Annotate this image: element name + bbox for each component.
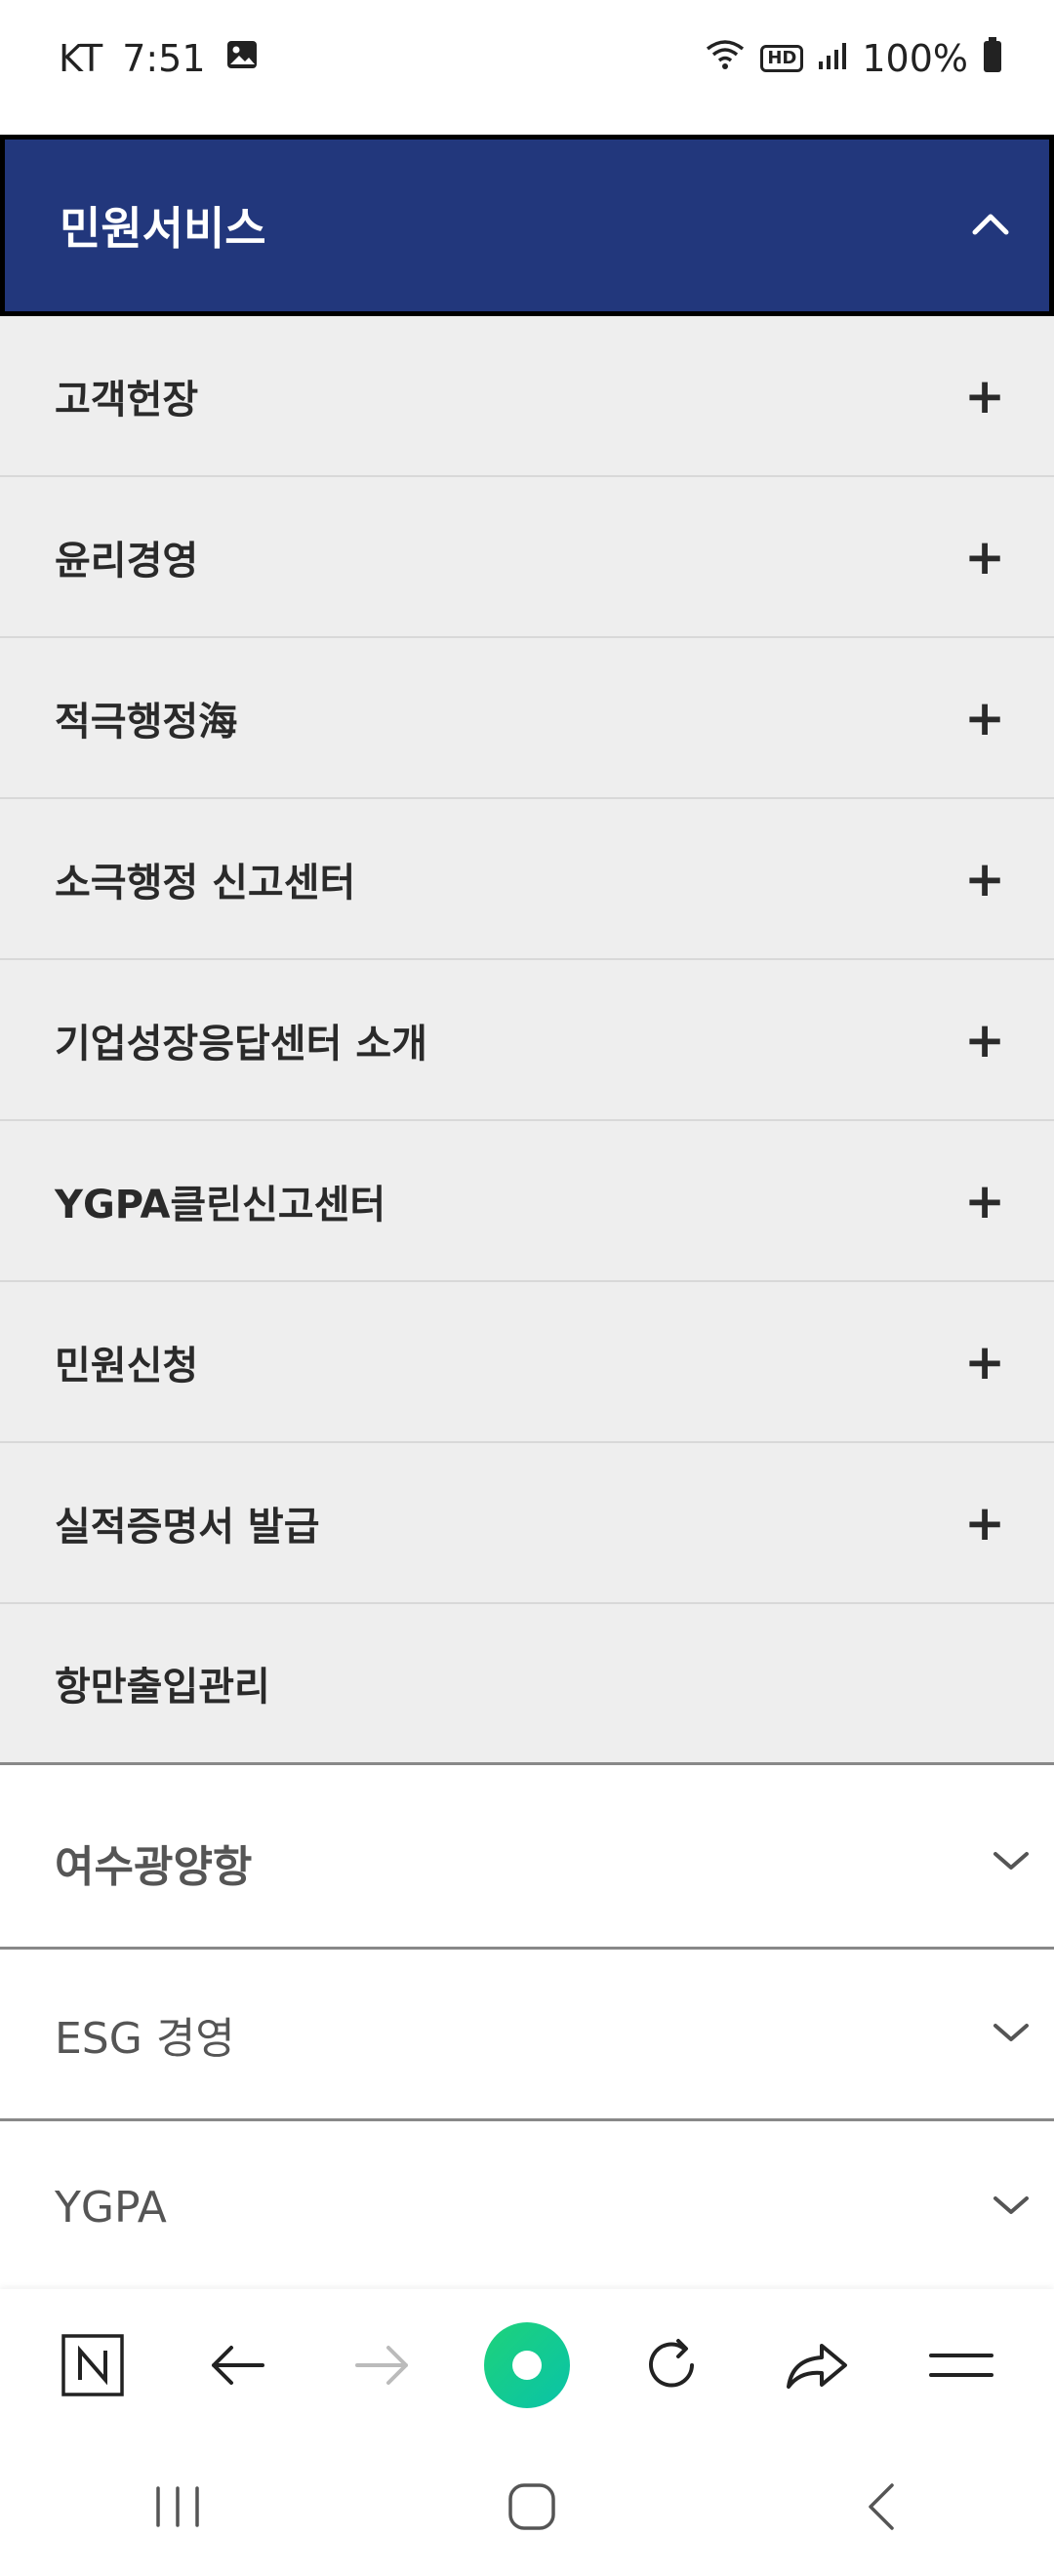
gallery-notification-icon	[225, 37, 259, 80]
green-dot-icon	[483, 2322, 570, 2408]
menu-item-label: YGPA클린신고센터	[55, 1182, 386, 1228]
menu-item-label: 소극행정 신고센터	[55, 860, 356, 906]
recent-apps-button[interactable]	[148, 2482, 207, 2535]
battery-icon	[982, 36, 1003, 82]
clock: 7:51	[122, 37, 206, 80]
menu-item-label: 적극행정海	[55, 699, 238, 745]
menu-item-label: 항만출입관리	[55, 1665, 270, 1710]
menu-item-label: 윤리경영	[55, 538, 199, 584]
plus-icon: +	[964, 528, 1005, 585]
section-yeosu-gwangyang-port[interactable]: 여수광양항	[0, 1778, 1054, 1950]
collapsed-sections: 여수광양항 ESG 경영 YGPA	[0, 1778, 1054, 2293]
menu-item-business-growth-center[interactable]: 기업성장응답센터 소개 +	[0, 960, 1054, 1121]
chevron-down-icon	[990, 2191, 1033, 2224]
menu-item-civil-application[interactable]: 민원신청 +	[0, 1282, 1054, 1443]
share-button[interactable]	[763, 2312, 871, 2419]
section-title: 민원서비스	[60, 202, 266, 255]
menu-item-ethics-management[interactable]: 윤리경영 +	[0, 477, 1054, 638]
status-right: HD 100%	[704, 31, 1003, 86]
menu-item-performance-certificate[interactable]: 실적증명서 발급 +	[0, 1443, 1054, 1604]
plus-icon: +	[964, 689, 1005, 746]
refresh-button[interactable]	[618, 2312, 725, 2419]
section-esg-management[interactable]: ESG 경영	[0, 1950, 1054, 2121]
menu-item-label: 민원신청	[55, 1343, 199, 1389]
green-dot-button[interactable]	[473, 2312, 581, 2419]
refresh-icon	[649, 2339, 695, 2388]
battery-percent: 100%	[862, 37, 968, 80]
plus-icon: +	[964, 850, 1005, 907]
recent-apps-icon	[156, 2486, 200, 2527]
home-icon	[508, 2483, 555, 2530]
submenu-list: 고객헌장 + 윤리경영 + 적극행정海 + 소극행정 신고센터 + 기업성장응답…	[0, 316, 1054, 1765]
menu-item-customer-charter[interactable]: 고객헌장 +	[0, 316, 1054, 477]
arrow-right-icon	[354, 2346, 408, 2385]
plus-icon: +	[964, 1333, 1005, 1390]
back-button[interactable]	[183, 2312, 291, 2419]
status-bar: KT 7:51 HD 100%	[0, 0, 1054, 117]
collapsed-section-label: YGPA	[55, 2182, 167, 2233]
browser-toolbar	[0, 2289, 1054, 2441]
menu-item-proactive-admin[interactable]: 적극행정海 +	[0, 638, 1054, 799]
menu-item-port-access[interactable]: 항만출입관리	[0, 1604, 1054, 1765]
forward-button[interactable]	[329, 2312, 436, 2419]
wifi-icon	[704, 37, 747, 81]
chevron-up-icon	[969, 209, 1012, 242]
naver-n-icon	[61, 2334, 124, 2396]
menu-button[interactable]	[908, 2312, 1015, 2419]
menu-item-passive-admin-report[interactable]: 소극행정 신고센터 +	[0, 799, 1054, 960]
home-button[interactable]	[505, 2479, 559, 2538]
arrow-left-icon	[212, 2346, 265, 2385]
chevron-down-icon	[990, 1846, 1033, 1879]
collapsed-section-label: 여수광양항	[55, 1841, 253, 1892]
status-left: KT 7:51	[59, 31, 259, 86]
section-header-civil-service[interactable]: 민원서비스	[0, 135, 1054, 316]
plus-icon: +	[964, 367, 1005, 424]
plus-icon: +	[964, 1494, 1005, 1551]
chevron-down-icon	[990, 2018, 1033, 2051]
section-ygpa[interactable]: YGPA	[0, 2121, 1054, 2293]
plus-icon: +	[964, 1172, 1005, 1229]
plus-icon: +	[964, 1011, 1005, 1068]
menu-item-label: 기업성장응답센터 소개	[55, 1021, 427, 1067]
signal-icon	[817, 37, 848, 80]
naver-home-button[interactable]	[39, 2312, 146, 2419]
hamburger-icon	[928, 2354, 993, 2377]
carrier-label: KT	[59, 37, 103, 80]
menu-item-label: 실적증명서 발급	[55, 1504, 320, 1550]
collapsed-section-label: ESG 경영	[55, 2013, 235, 2064]
share-icon	[786, 2344, 847, 2389]
menu-item-label: 고객헌장	[55, 377, 199, 423]
menu-item-ygpa-clean-report[interactable]: YGPA클린신고센터 +	[0, 1121, 1054, 1282]
system-back-button[interactable]	[857, 2479, 906, 2538]
chevron-left-icon	[868, 2483, 894, 2530]
system-navigation-bar	[0, 2441, 1054, 2576]
hd-badge: HD	[760, 45, 804, 72]
